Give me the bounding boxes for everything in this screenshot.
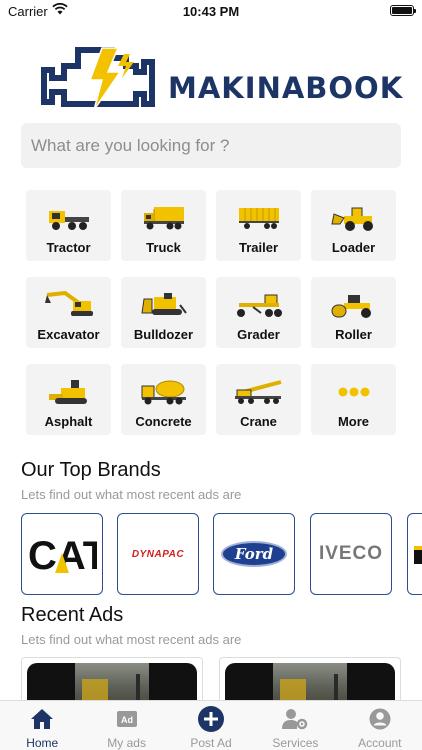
category-excavator[interactable]: Excavator bbox=[26, 277, 111, 348]
engine-logo-icon bbox=[41, 47, 155, 111]
tab-home[interactable]: Home bbox=[0, 701, 84, 750]
user-gear-icon bbox=[253, 707, 337, 731]
battery-icon bbox=[390, 5, 416, 16]
roller-icon bbox=[311, 291, 396, 319]
category-label: Bulldozer bbox=[133, 327, 194, 342]
ad-image bbox=[27, 663, 197, 702]
brand-card-partial[interactable] bbox=[407, 513, 422, 595]
asphalt-icon bbox=[26, 378, 111, 406]
trailer-icon bbox=[216, 204, 301, 232]
tab-account[interactable]: Account bbox=[338, 701, 422, 750]
ad-image bbox=[225, 663, 395, 702]
bulldozer-icon bbox=[121, 291, 206, 319]
iveco-logo: IVECO bbox=[318, 543, 384, 564]
category-grader[interactable]: Grader bbox=[216, 277, 301, 348]
app-logo: MAKINABOOK bbox=[40, 44, 402, 114]
brands-carousel[interactable]: CAT DYNAPAC Ford IVECO bbox=[21, 513, 422, 595]
tab-label: Post Ad bbox=[190, 736, 232, 750]
ad-card[interactable] bbox=[219, 657, 401, 702]
tractor-icon bbox=[26, 204, 111, 232]
category-tractor[interactable]: Tractor bbox=[26, 190, 111, 261]
tab-services[interactable]: Services bbox=[253, 701, 337, 750]
category-label: Tractor bbox=[46, 240, 91, 255]
tab-label: Services bbox=[272, 736, 319, 750]
tab-label: My ads bbox=[107, 736, 146, 750]
concrete-icon bbox=[121, 378, 206, 406]
category-truck[interactable]: Truck bbox=[121, 190, 206, 261]
category-label: Roller bbox=[335, 327, 372, 342]
tab-label: Account bbox=[358, 736, 402, 750]
grader-icon bbox=[216, 291, 301, 319]
brand-card-dynapac[interactable]: DYNAPAC bbox=[117, 513, 199, 595]
truck-icon bbox=[121, 204, 206, 232]
category-label: Excavator bbox=[37, 327, 100, 342]
category-label: Crane bbox=[240, 414, 277, 429]
category-label: Concrete bbox=[135, 414, 192, 429]
tab-post-ad[interactable]: Post Ad bbox=[169, 701, 253, 750]
brand-card-ford[interactable]: Ford bbox=[213, 513, 295, 595]
loader-icon bbox=[311, 204, 396, 232]
category-bulldozer[interactable]: Bulldozer bbox=[121, 277, 206, 348]
category-trailer[interactable]: Trailer bbox=[216, 190, 301, 261]
bottom-tab-bar: Home Ad My ads Post Ad Services Account bbox=[0, 700, 422, 750]
category-asphalt[interactable]: Asphalt bbox=[26, 364, 111, 435]
top-brands-subtitle: Lets find out what most recent ads are bbox=[21, 487, 242, 502]
ad-card[interactable] bbox=[21, 657, 203, 702]
dynapac-logo: DYNAPAC bbox=[131, 548, 185, 560]
recent-ads-subtitle: Lets find out what most recent ads are bbox=[21, 632, 242, 647]
category-loader[interactable]: Loader bbox=[311, 190, 396, 261]
category-more[interactable]: More bbox=[311, 364, 396, 435]
tab-label: Home bbox=[26, 736, 59, 750]
brand-logo-partial bbox=[414, 546, 422, 564]
brand-card-cat[interactable]: CAT bbox=[21, 513, 103, 595]
brand-card-iveco[interactable]: IVECO bbox=[310, 513, 392, 595]
excavator-icon bbox=[26, 291, 111, 319]
app-name: MAKINABOOK bbox=[168, 71, 404, 105]
category-concrete[interactable]: Concrete bbox=[121, 364, 206, 435]
category-label: Grader bbox=[237, 327, 280, 342]
crane-icon bbox=[216, 378, 301, 406]
category-crane[interactable]: Crane bbox=[216, 364, 301, 435]
category-label: Trailer bbox=[238, 240, 279, 255]
plus-circle-icon bbox=[169, 706, 253, 732]
account-icon bbox=[338, 707, 422, 731]
category-label: More bbox=[337, 414, 370, 429]
recent-ads-title: Recent Ads bbox=[21, 604, 124, 626]
clock: 10:43 PM bbox=[182, 4, 240, 19]
svg-text:Ad: Ad bbox=[121, 715, 133, 725]
category-label: Asphalt bbox=[44, 414, 93, 429]
cat-logo: CAT bbox=[28, 534, 97, 577]
ad-icon: Ad bbox=[84, 707, 168, 731]
recent-ads-list[interactable] bbox=[21, 657, 422, 702]
home-icon bbox=[0, 707, 84, 731]
more-dots-icon bbox=[311, 378, 396, 406]
category-roller[interactable]: Roller bbox=[311, 277, 396, 348]
category-label: Truck bbox=[146, 240, 181, 255]
status-bar: Carrier 10:43 PM bbox=[0, 0, 422, 24]
top-brands-title: Our Top Brands bbox=[21, 459, 161, 481]
category-label: Loader bbox=[331, 240, 376, 255]
tab-my-ads[interactable]: Ad My ads bbox=[84, 701, 168, 750]
ford-logo: Ford bbox=[221, 541, 287, 567]
category-grid: Tractor Truck Trailer Loader Excavator B… bbox=[26, 190, 398, 435]
search-input[interactable] bbox=[21, 123, 401, 168]
